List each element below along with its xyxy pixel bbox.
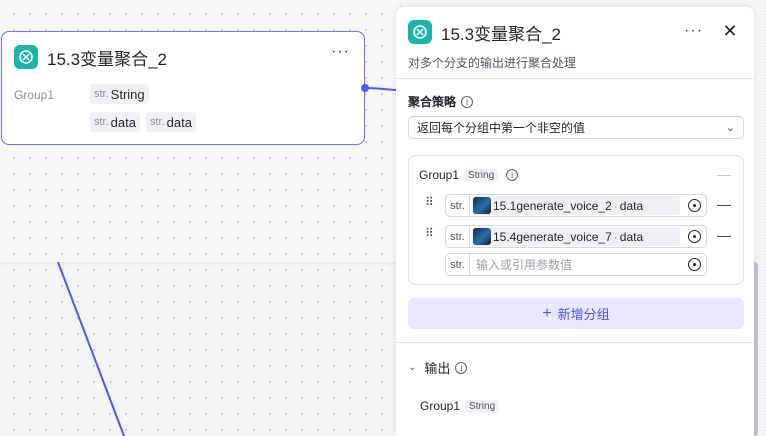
node-input-chip: str. data bbox=[146, 112, 196, 132]
section-divider bbox=[396, 342, 754, 343]
type-label: String bbox=[110, 86, 145, 102]
strategy-label-text: 聚合策略 bbox=[408, 95, 457, 109]
node-more-icon[interactable]: ··· bbox=[331, 44, 350, 60]
output-item: Group1 String bbox=[420, 399, 500, 413]
variable-ref-input[interactable]: str. 15.4generate_voice_7 · data bbox=[445, 225, 707, 248]
panel-description[interactable]: 对多个分支的输出进行聚合处理 bbox=[408, 54, 576, 71]
input-label: data bbox=[166, 114, 192, 130]
ref-chip[interactable]: 15.1generate_voice_2 · data bbox=[472, 196, 680, 215]
node-config-panel: 15.3变量聚合_2 ··· ✕ 对多个分支的输出进行聚合处理 聚合策略 i 返… bbox=[396, 7, 754, 436]
close-icon[interactable]: ✕ bbox=[720, 21, 740, 41]
type-prefix: str. bbox=[446, 195, 470, 216]
info-icon[interactable]: i bbox=[461, 95, 474, 108]
group-card: Group1 String i — ⠿ str. 15.1generate_vo… bbox=[408, 155, 744, 285]
variable-ref-input-empty[interactable]: str. 输入或引用参数值 bbox=[445, 253, 707, 276]
type-prefix: str. bbox=[446, 226, 470, 247]
variable-aggregate-icon bbox=[408, 20, 432, 44]
strategy-label: 聚合策略 i bbox=[408, 93, 474, 110]
drag-handle-icon[interactable]: ⠿ bbox=[425, 227, 435, 239]
panel-more-icon[interactable]: ··· bbox=[684, 23, 703, 39]
remove-group-icon[interactable]: — bbox=[717, 166, 731, 182]
type-prefix: str. bbox=[446, 254, 470, 275]
drag-handle-icon[interactable]: ⠿ bbox=[425, 196, 435, 208]
node-title: 15.3变量聚合_2 bbox=[47, 49, 167, 69]
ref-source: 15.1generate_voice_2 bbox=[493, 198, 612, 213]
ref-source: 15.4generate_voice_7 bbox=[493, 229, 612, 244]
output-section-header[interactable]: ⌄ 输出 i bbox=[408, 358, 468, 377]
ref-field: data bbox=[619, 229, 644, 244]
header-divider bbox=[396, 78, 754, 79]
ref-separator: · bbox=[613, 229, 618, 244]
output-item-name: Group1 bbox=[420, 399, 461, 413]
node-header: 15.3变量聚合_2 bbox=[14, 44, 167, 70]
strategy-selected-value: 返回每个分组中第一个非空的值 bbox=[417, 121, 586, 135]
group-header: Group1 String i bbox=[419, 168, 519, 182]
add-group-button[interactable]: + 新增分组 bbox=[408, 298, 744, 329]
reference-target-icon[interactable] bbox=[688, 199, 701, 212]
node-thumbnail-icon bbox=[473, 197, 491, 214]
ref-field: data bbox=[619, 198, 644, 213]
panel-title[interactable]: 15.3变量聚合_2 bbox=[441, 20, 561, 45]
type-prefix: str. bbox=[94, 88, 109, 100]
reference-target-icon[interactable] bbox=[688, 258, 701, 271]
panel-header: 15.3变量聚合_2 bbox=[408, 20, 561, 44]
node-output-type-chip: str. String bbox=[90, 84, 149, 104]
node-output-port[interactable] bbox=[361, 84, 369, 92]
aggregate-node[interactable]: 15.3变量聚合_2 ··· Group1 str. String str. d… bbox=[1, 31, 365, 145]
type-prefix: str. bbox=[150, 116, 165, 128]
remove-row-icon[interactable]: — bbox=[717, 196, 731, 212]
variable-ref-input[interactable]: str. 15.1generate_voice_2 · data bbox=[445, 194, 707, 217]
chevron-down-icon[interactable]: ⌄ bbox=[408, 362, 416, 373]
output-item-type: String bbox=[465, 399, 500, 413]
info-icon[interactable]: i bbox=[506, 169, 519, 181]
type-prefix: str. bbox=[94, 116, 109, 128]
strategy-select[interactable]: 返回每个分组中第一个非空的值 ⌄ bbox=[408, 116, 744, 139]
node-input-chip: str. data bbox=[90, 112, 140, 132]
plus-icon: + bbox=[542, 304, 552, 322]
input-placeholder: 输入或引用参数值 bbox=[476, 258, 573, 272]
node-group-label: Group1 bbox=[14, 88, 55, 102]
node-thumbnail-icon bbox=[473, 228, 491, 245]
output-label: 输出 bbox=[424, 361, 451, 376]
ref-separator: · bbox=[613, 198, 618, 213]
info-icon[interactable]: i bbox=[455, 361, 468, 374]
ref-chip[interactable]: 15.4generate_voice_7 · data bbox=[472, 227, 680, 246]
chevron-down-icon: ⌄ bbox=[725, 122, 735, 134]
remove-row-icon[interactable]: — bbox=[717, 227, 731, 243]
group-type-tag: String bbox=[464, 168, 499, 182]
reference-target-icon[interactable] bbox=[688, 230, 701, 243]
variable-aggregate-icon bbox=[14, 45, 38, 69]
input-label: data bbox=[110, 114, 136, 130]
group-name[interactable]: Group1 bbox=[419, 168, 459, 182]
add-group-label: 新增分组 bbox=[557, 307, 610, 322]
